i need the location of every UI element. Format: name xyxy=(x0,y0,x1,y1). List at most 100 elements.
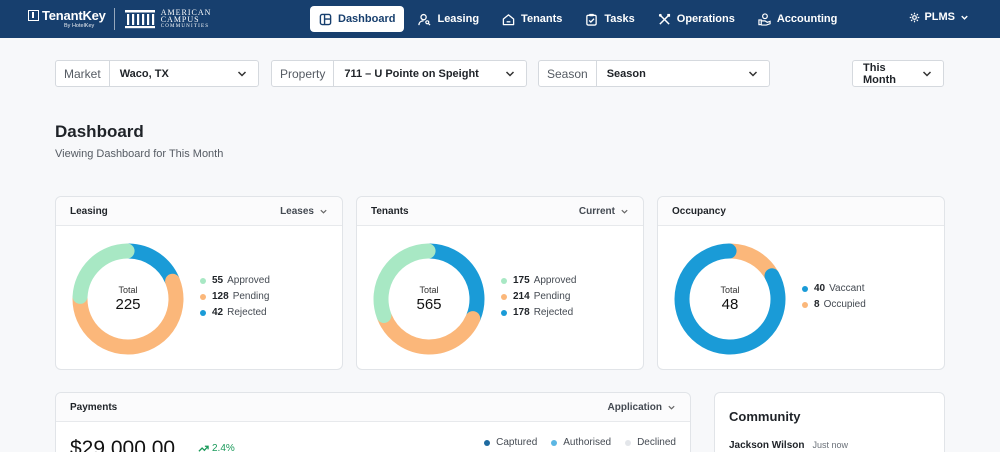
legend-dot xyxy=(200,309,206,316)
legend-item-captured: Captured xyxy=(484,437,537,448)
columns-logo-icon xyxy=(124,10,155,29)
legend-dot xyxy=(200,293,206,300)
legend-label: Pending xyxy=(533,291,571,302)
chevron-down-icon xyxy=(621,209,628,214)
total-label: Total xyxy=(720,285,740,295)
payments-amount: $29,000.00 xyxy=(70,437,176,452)
legend-label: Authorised xyxy=(563,437,612,448)
user-key-icon xyxy=(418,13,431,25)
legend-label: Captured xyxy=(496,437,538,448)
legend-item-pending: 128 Pending xyxy=(200,291,270,302)
tenantkey-logo: TenantKey By HotelKey xyxy=(28,9,106,30)
nav-item-tenants[interactable]: Tenants xyxy=(493,6,571,32)
legend-dot xyxy=(501,293,507,300)
partner-logo: AMERICAN CAMPUS COMMUNITIES xyxy=(124,8,212,30)
chevron-down-icon xyxy=(748,70,758,77)
tenantkey-logo-icon xyxy=(28,9,39,21)
legend-count: 8 xyxy=(814,299,820,310)
payments-card: Payments Application $29,000.00 2.4% Cap… xyxy=(55,392,691,452)
total-value: 565 xyxy=(416,296,442,313)
legend-label: Approved xyxy=(227,275,270,286)
gear-icon xyxy=(910,12,920,22)
nav-menu: Dashboard Leasing Tenants Tasks Operatio… xyxy=(310,6,851,32)
tenants-legend: 175 Approved 214 Pending 178 Rejected xyxy=(501,275,577,318)
total-label: Total xyxy=(419,285,439,295)
payments-change: 2.4% xyxy=(198,443,235,452)
top-navigation: TenantKey By HotelKey AMERICAN CAMPUS CO… xyxy=(0,0,1000,38)
card-title: Payments xyxy=(70,401,118,413)
legend-dot xyxy=(802,301,808,308)
home-icon xyxy=(502,13,515,25)
period-select[interactable]: This Month xyxy=(852,60,944,87)
legend-dot xyxy=(484,439,491,446)
legend-dot xyxy=(200,277,206,284)
legend-label: Declined xyxy=(637,437,676,448)
leasing-legend: 55 Approved 128 Pending 42 Rejected xyxy=(200,275,270,318)
nav-item-label: Accounting xyxy=(776,13,838,25)
payments-filter-dropdown[interactable]: Application xyxy=(608,402,676,413)
leasing-card: Leasing Leases Total 225 55 Approved 128… xyxy=(55,196,343,370)
occupancy-card: Occupancy Total 48 40 Vaccant 8 Occupied xyxy=(657,196,945,370)
card-title: Tenants xyxy=(371,205,409,217)
legend-item-declined: Declined xyxy=(625,437,676,448)
nav-item-accounting[interactable]: Accounting xyxy=(749,6,847,32)
nav-item-tasks[interactable]: Tasks xyxy=(576,6,643,32)
legend-count: 128 xyxy=(212,291,229,302)
legend-label: Rejected xyxy=(227,307,267,318)
property-value: 711 – U Pointe on Speight xyxy=(344,67,479,80)
community-author: Jackson Wilson xyxy=(729,440,805,451)
period-value: This Month xyxy=(863,61,896,86)
nav-item-label: Tasks xyxy=(604,13,635,25)
community-item[interactable]: Jackson Wilson Just now xyxy=(729,440,848,451)
nav-item-label: Leasing xyxy=(437,13,480,25)
legend-item-rejected: 42 Rejected xyxy=(200,307,270,318)
chevron-down-icon xyxy=(961,15,968,20)
brand-divider xyxy=(113,8,115,30)
payments-legend: Captured Authorised Declined xyxy=(484,437,676,448)
brand[interactable]: TenantKey By HotelKey AMERICAN CAMPUS CO… xyxy=(28,7,211,31)
chevron-down-icon xyxy=(505,70,515,77)
nav-item-label: Tenants xyxy=(521,13,563,25)
legend-count: 55 xyxy=(212,275,224,286)
coins-hand-icon xyxy=(758,12,771,26)
dropdown-label: Application xyxy=(607,401,662,413)
leasing-filter-dropdown[interactable]: Leases xyxy=(280,206,328,217)
legend-item-vacant: 40 Vaccant xyxy=(802,283,866,294)
tenantkey-sub: By HotelKey xyxy=(64,22,95,29)
nav-item-leasing[interactable]: Leasing xyxy=(409,6,488,32)
market-label: Market xyxy=(56,61,110,86)
legend-item-pending: 214 Pending xyxy=(501,291,577,302)
legend-dot xyxy=(551,439,558,446)
property-select[interactable]: Property 711 – U Pointe on Speight xyxy=(271,60,527,87)
legend-dot xyxy=(501,309,507,316)
nav-item-operations[interactable]: Operations xyxy=(649,6,744,32)
legend-dot xyxy=(802,285,808,292)
legend-count: 178 xyxy=(513,307,530,318)
legend-label: Pending xyxy=(232,291,270,302)
season-label: Season xyxy=(539,61,597,86)
legend-count: 42 xyxy=(212,307,224,318)
trend-up-icon xyxy=(198,445,209,452)
legend-count: 214 xyxy=(513,291,530,302)
legend-dot xyxy=(501,277,507,284)
legend-item-approved: 55 Approved xyxy=(200,275,270,286)
account-menu[interactable]: PLMS xyxy=(909,11,970,23)
card-title: Leasing xyxy=(70,205,108,217)
season-select[interactable]: Season Season xyxy=(538,60,770,87)
nav-item-dashboard[interactable]: Dashboard xyxy=(310,6,405,32)
tenants-donut-chart: Total 565 xyxy=(371,241,487,357)
market-select[interactable]: Market Waco, TX xyxy=(55,60,259,87)
page-title: Dashboard xyxy=(55,122,144,141)
chevron-down-icon xyxy=(320,209,327,214)
change-value: 2.4% xyxy=(212,443,235,452)
community-time: Just now xyxy=(812,440,849,450)
dashboard-icon xyxy=(319,13,332,25)
occupancy-donut-chart: Total 48 xyxy=(672,241,788,357)
dropdown-label: Leases xyxy=(280,205,314,217)
card-title: Occupancy xyxy=(672,205,726,217)
tenants-filter-dropdown[interactable]: Current xyxy=(579,206,629,217)
legend-label: Approved xyxy=(533,275,577,286)
account-label: PLMS xyxy=(924,11,955,23)
partner-line-2: CAMPUS xyxy=(160,14,200,24)
market-value: Waco, TX xyxy=(119,67,169,80)
